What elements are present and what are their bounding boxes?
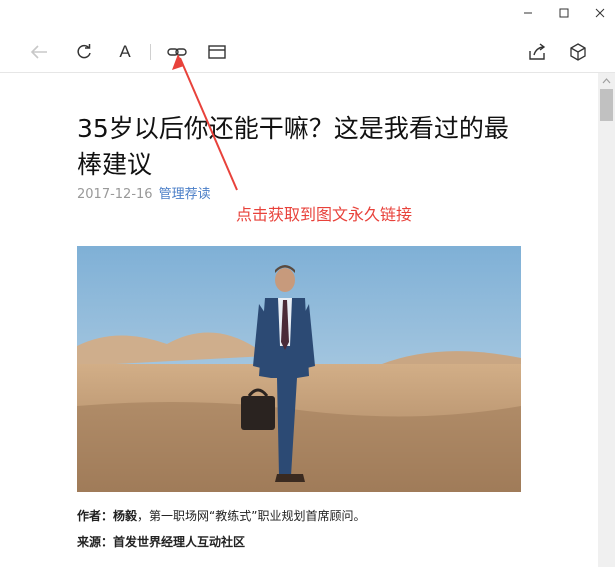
article-content: 35岁以后你还能干嘛？这是我看过的最棒建议 2017-12-16 管理荐读 点击获…	[0, 73, 598, 567]
origin-label: 来源：	[77, 535, 114, 549]
minimize-button[interactable]	[508, 0, 548, 26]
back-button[interactable]	[27, 40, 51, 64]
maximize-icon	[559, 8, 569, 18]
author-label: 作者：	[77, 509, 114, 523]
close-button[interactable]	[580, 0, 615, 26]
source-link[interactable]: 管理荐读	[159, 187, 211, 202]
annotation-text: 点击获取到图文永久链接	[236, 205, 413, 224]
minimize-icon	[524, 12, 532, 14]
author-description: ，第一职场网“教练式”职业规划首席顾问。	[137, 509, 366, 523]
open-in-browser-button[interactable]	[205, 40, 229, 64]
browser-window-icon	[208, 45, 226, 59]
refresh-button[interactable]	[72, 40, 96, 64]
desert-businessman-image	[77, 246, 521, 492]
back-arrow-icon	[30, 45, 47, 59]
article-title: 35岁以后你还能干嘛？这是我看过的最棒建议	[77, 114, 509, 179]
font-icon: A	[119, 42, 131, 61]
close-icon	[595, 8, 605, 18]
cube-button[interactable]	[566, 40, 590, 64]
article-photo	[77, 246, 521, 492]
refresh-icon	[77, 44, 91, 59]
maximize-button[interactable]	[544, 0, 584, 26]
font-button[interactable]: A	[113, 40, 137, 64]
article-date: 2017-12-16	[77, 187, 153, 202]
cube-icon	[570, 43, 586, 61]
title-bar	[0, 0, 615, 26]
vertical-scrollbar[interactable]	[598, 73, 615, 567]
link-icon	[167, 48, 187, 56]
scrollbar-thumb[interactable]	[600, 89, 613, 121]
scroll-up-icon[interactable]	[598, 74, 615, 88]
origin-name: 首发世界经理人互动社区	[113, 535, 246, 549]
toolbar: A	[0, 32, 615, 73]
copy-link-button[interactable]	[165, 40, 189, 64]
toolbar-divider	[150, 44, 151, 60]
article-meta: 2017-12-16 管理荐读	[77, 183, 211, 202]
share-icon	[529, 43, 546, 60]
origin-line: 来源：首发世界经理人互动社区	[77, 533, 245, 550]
author-line: 作者：杨毅，第一职场网“教练式”职业规划首席顾问。	[77, 507, 365, 524]
share-button[interactable]	[525, 40, 549, 64]
author-name: 杨毅	[113, 509, 138, 523]
